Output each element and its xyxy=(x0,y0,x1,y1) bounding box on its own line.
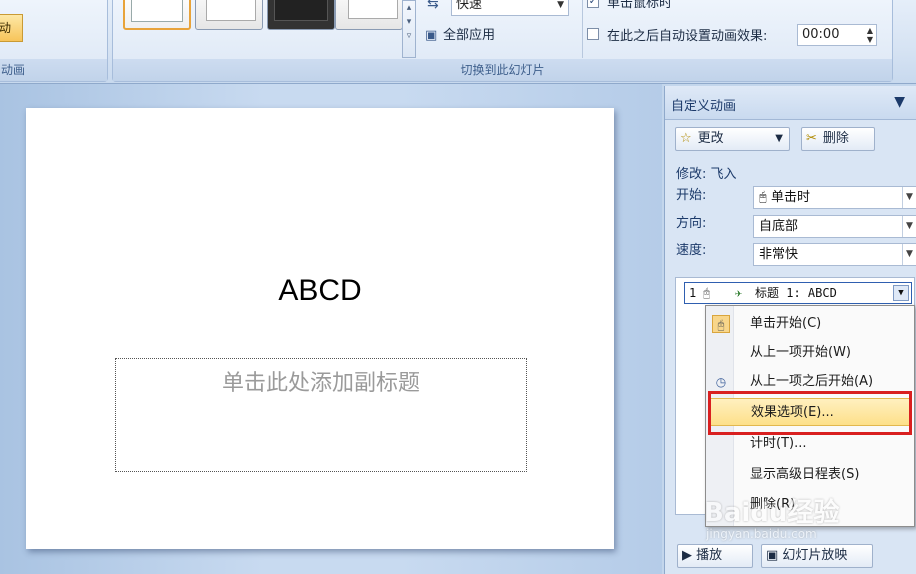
direction-select[interactable]: 自底部 ▼ xyxy=(753,215,916,238)
start-value: 单击时 xyxy=(770,190,810,205)
pane-header: 自定义动画 ▼ xyxy=(665,86,916,120)
speed-label: 速度: xyxy=(676,243,707,258)
menu-item-start-on-click[interactable]: 🖰 单击开始(C) xyxy=(708,310,912,338)
mouse-icon: 🖰 xyxy=(759,190,771,205)
start-select[interactable]: 🖰 单击时 ▼ xyxy=(753,186,916,209)
chevron-down-icon: ▼ xyxy=(557,0,564,10)
list-item-dropdown-button[interactable]: ▼ xyxy=(893,285,909,301)
transition-group: ▴ ▾ ▿ ⇆ 快速 ▼ ▣ 全部应用 ✓ 单击鼠标时 在此之后自动设置动画效果: 0… xyxy=(112,0,893,82)
direction-value: 自底部 xyxy=(759,219,799,234)
watermark-logo: Baidu经验 xyxy=(704,498,840,528)
ribbon: 动画 动画 ▴▾▿ ⇆ 快速 ▼ ▣ 全部应用 ✓ 单击鼠标时 在此之后自动设置动… xyxy=(0,0,916,84)
animation-button[interactable]: 动画 xyxy=(0,14,23,42)
auto-after-label: 在此之后自动设置动画效果: xyxy=(607,29,768,44)
transition-speed-value: 快速 xyxy=(456,0,483,12)
start-label: 开始: xyxy=(676,188,707,203)
menu-item-label: 单击开始(C) xyxy=(750,316,822,331)
menu-item-label: 效果选项(E)... xyxy=(751,405,834,420)
subtitle-placeholder-text: 单击此处添加副标题 xyxy=(221,371,420,396)
animation-group-label: 动画 xyxy=(0,59,107,81)
menu-item-label: 从上一项开始(W) xyxy=(750,345,851,360)
slide-editing-area: 1 ABCD 单击此处添加副标题 xyxy=(0,84,662,574)
apply-all-button[interactable]: ▣ 全部应用 xyxy=(425,26,495,46)
on-mouse-click-label: 单击鼠标时 xyxy=(607,0,673,11)
animation-list-item[interactable]: 1 🖰 ✈ 标题 1: ABCD ▼ xyxy=(684,282,912,304)
transition-thumb-4[interactable] xyxy=(335,0,403,30)
chevron-down-icon: ▼ xyxy=(902,216,916,237)
modify-effect-label: 修改: 飞入 xyxy=(676,167,737,182)
menu-item-effect-options[interactable]: 效果选项(E)... xyxy=(708,398,912,426)
apply-all-icon: ▣ xyxy=(425,28,438,43)
transition-thumb-none[interactable] xyxy=(123,0,191,30)
watermark: Baidu经验 jingyan.baidu.com xyxy=(704,492,874,552)
chevron-down-icon: ▼ xyxy=(902,187,916,208)
auto-after-checkbox[interactable] xyxy=(587,28,599,40)
menu-item-label: 显示高级日程表(S) xyxy=(750,467,860,482)
on-mouse-click-checkbox[interactable]: ✓ xyxy=(587,0,599,8)
delete-icon: ✂ xyxy=(806,131,817,146)
delete-effect-button[interactable]: ✂ 删除 xyxy=(801,127,875,151)
delete-effect-label: 删除 xyxy=(822,131,849,146)
play-icon: ▶ xyxy=(682,548,697,563)
fly-in-icon: ✈ xyxy=(735,286,743,300)
menu-item-timing[interactable]: 计时(T)... xyxy=(708,430,912,458)
mouse-icon: 🖰 xyxy=(712,315,730,333)
chevron-down-icon: ▼ xyxy=(775,133,783,144)
apply-all-label: 全部应用 xyxy=(443,28,496,43)
list-item-label: 标题 1: ABCD xyxy=(755,286,837,300)
animation-group: 动画 动画 xyxy=(0,0,108,82)
menu-item-start-with-previous[interactable]: 从上一项开始(W) xyxy=(708,339,912,367)
auto-after-time-value: 00:00 xyxy=(802,27,840,42)
transition-thumb-2[interactable] xyxy=(195,0,263,30)
menu-item-start-after-previous[interactable]: ◷ 从上一项之后开始(A) xyxy=(708,368,912,396)
clock-icon: ◷ xyxy=(715,375,727,389)
list-item-number: 1 xyxy=(689,286,697,300)
gallery-scroll-button[interactable]: ▴ ▾ ▿ xyxy=(402,0,416,58)
transition-speed-select[interactable]: 快速 ▼ xyxy=(451,0,569,16)
transition-thumb-3[interactable] xyxy=(267,0,335,30)
menu-item-label: 计时(T)... xyxy=(750,436,807,451)
speed-value: 非常快 xyxy=(759,247,799,262)
star-icon: ☆ xyxy=(680,131,692,146)
chevron-down-icon: ▼ xyxy=(902,244,916,265)
speed-select[interactable]: 非常快 ▼ xyxy=(753,243,916,266)
subtitle-placeholder-box[interactable]: 单击此处添加副标题 xyxy=(115,358,527,472)
pane-menu-caret-icon[interactable]: ▼ xyxy=(894,94,905,110)
mouse-icon: 🖰 xyxy=(703,286,711,300)
menu-item-label: 从上一项之后开始(A) xyxy=(750,374,874,389)
change-effect-button[interactable]: ☆ 更改 ▼ xyxy=(675,127,790,151)
speed-icon: ⇆ xyxy=(427,0,439,12)
watermark-url: jingyan.baidu.com xyxy=(706,527,817,541)
transition-group-label: 切换到此幻灯片 xyxy=(113,59,892,81)
change-effect-label: 更改 xyxy=(697,131,724,146)
direction-label: 方向: xyxy=(676,216,707,231)
spinner-icon[interactable]: ▲ ▼ xyxy=(867,26,873,44)
menu-item-show-advanced-timeline[interactable]: 显示高级日程表(S) xyxy=(708,461,912,489)
group-separator xyxy=(582,0,583,58)
slide-title[interactable]: ABCD xyxy=(26,274,614,308)
auto-after-time-input[interactable]: 00:00 ▲ ▼ xyxy=(797,24,877,46)
slide-canvas[interactable]: ABCD 单击此处添加副标题 xyxy=(26,108,614,549)
pane-title: 自定义动画 xyxy=(671,99,737,114)
